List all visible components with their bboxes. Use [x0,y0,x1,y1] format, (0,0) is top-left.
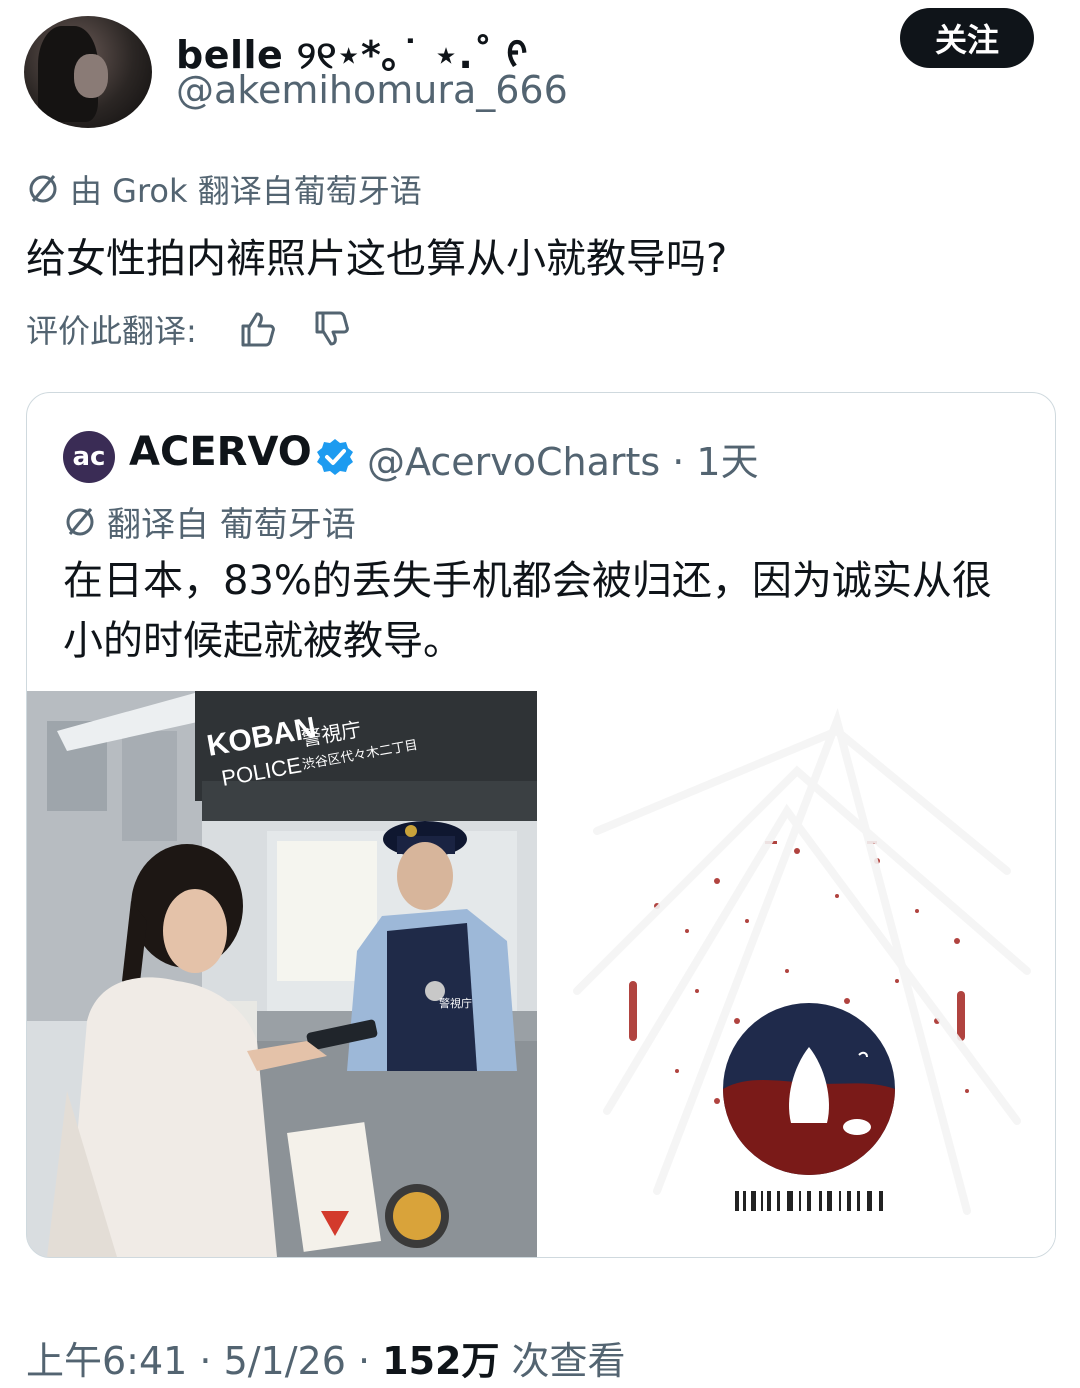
rate-label: 评价此翻译: [26,312,197,350]
quoted-handle-time[interactable]: @AcervoCharts · 1天 [367,431,759,486]
quoted-tweet[interactable]: ac ACERVO @AcervoCharts · 1天 翻译自 葡萄牙语 在日… [26,392,1056,1258]
translation-note-text: 由 Grok 翻译自葡萄牙语 [70,172,422,210]
rate-translation: 评价此翻译: [26,306,351,352]
acervo-logo[interactable]: ac [63,431,115,483]
tweet-text: 给女性拍内裤照片这也算从小就教导吗? [26,236,728,282]
quoted-tweet-text: 在日本，83%的丢失手机都会被归还，因为诚实从很小的时候起就被教导。 [63,558,992,664]
censored-image-illustration [537,691,1055,1257]
thumbs-up-icon[interactable] [237,309,277,349]
verified-badge-icon [317,439,353,475]
view-label: 次查看 [499,1339,626,1383]
view-count: 152万 [382,1339,500,1383]
vest-patch-text: 警視庁 [439,996,472,1010]
quoted-author-name[interactable]: ACERVO [129,429,312,475]
koban-photo-illustration: KOBAN POLICE 警視庁 渋谷区代々木二丁目 警視庁 [27,691,537,1257]
tweet-meta: 上午6:41 · 5/1/26 · 152万 次查看 [26,1330,626,1385]
koban-photo[interactable]: KOBAN POLICE 警視庁 渋谷区代々木二丁目 警視庁 [27,691,537,1257]
quoted-translation-note: 翻译自 葡萄牙语 [63,497,356,546]
follow-button[interactable]: 关注 [900,8,1034,68]
timestamp[interactable]: 上午6:41 · 5/1/26 · [26,1339,382,1383]
quoted-translation-text: 翻译自 葡萄牙语 [107,505,356,545]
author-handle[interactable]: @akemihomura_666 [176,68,568,112]
translate-icon [29,175,57,203]
avatar-face [74,54,108,98]
translate-icon [66,507,94,535]
thumbs-down-icon[interactable] [311,309,351,349]
censored-image[interactable] [537,691,1055,1257]
author-avatar[interactable] [24,16,152,128]
translation-note: 由 Grok 翻译自葡萄牙语 [26,166,422,212]
